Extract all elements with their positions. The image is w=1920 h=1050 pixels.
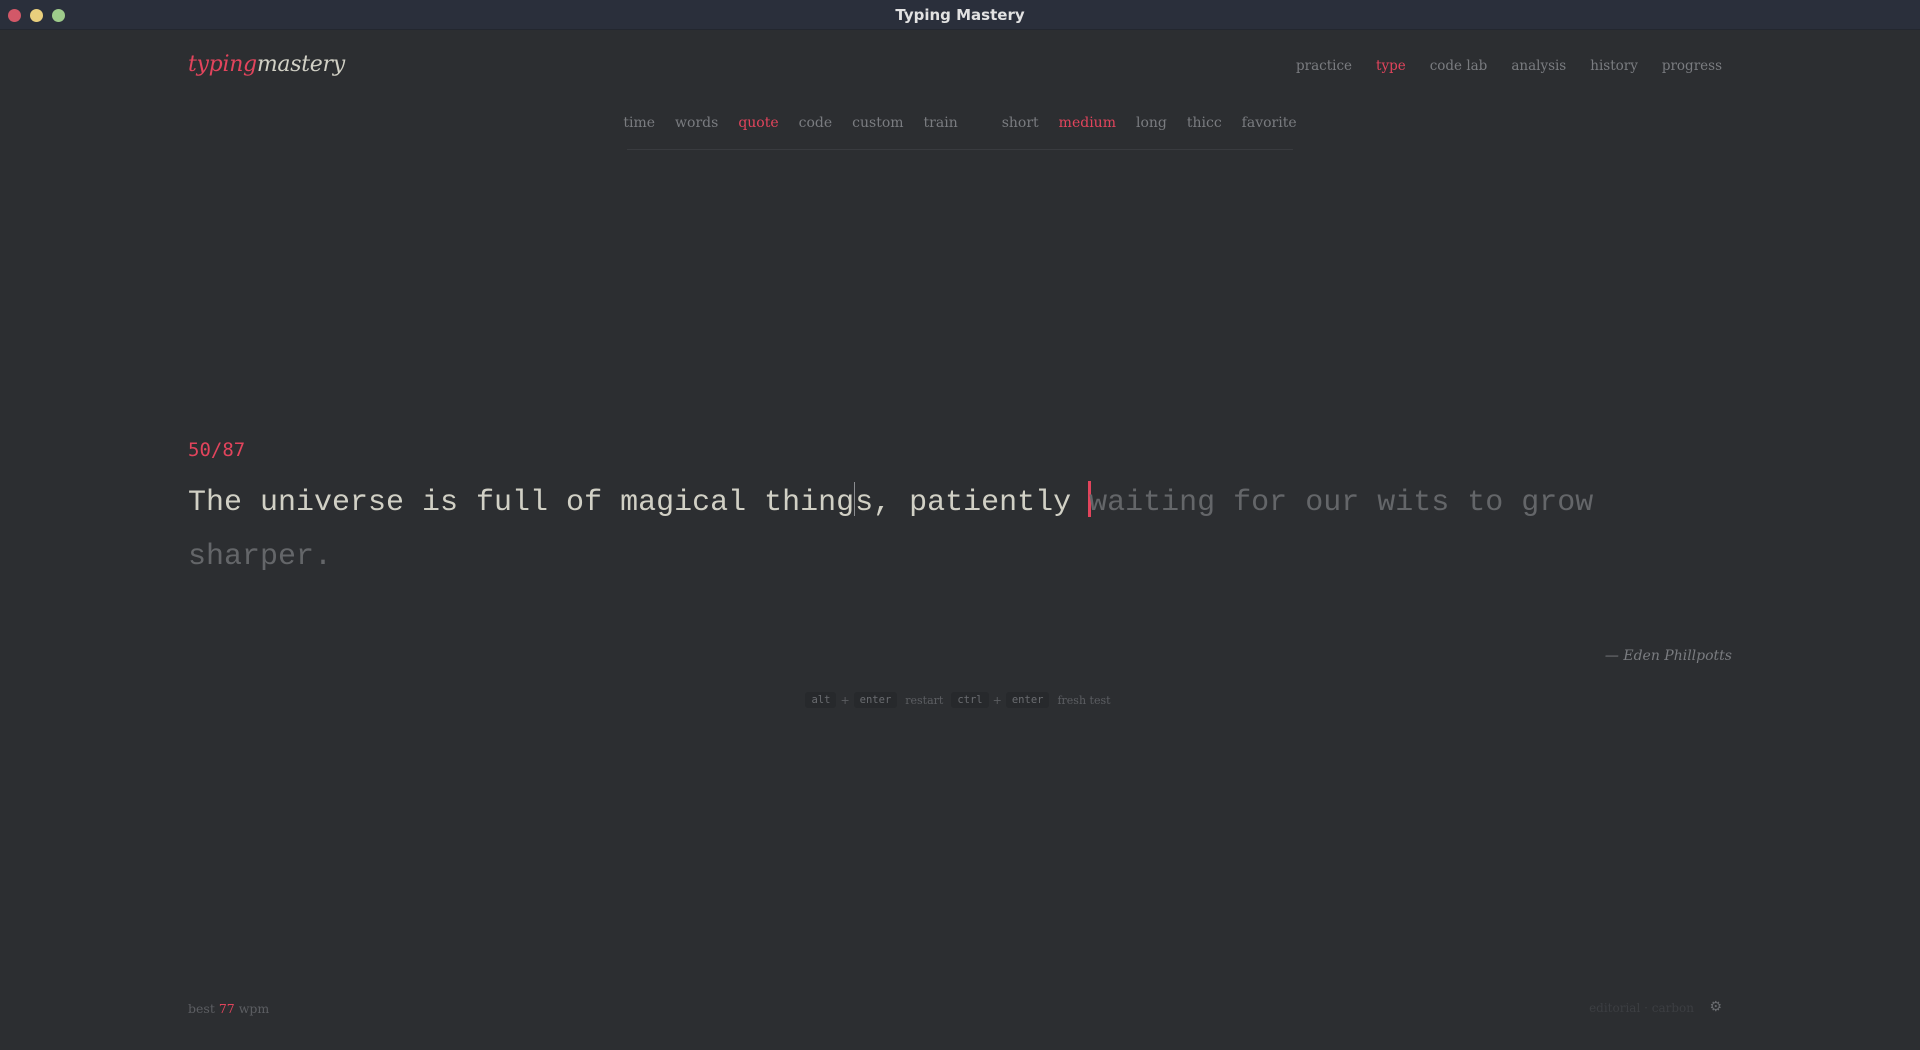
hint-key-alt: alt: [805, 692, 837, 708]
hint-plus: +: [840, 693, 850, 707]
hint-key-enter: enter: [853, 692, 898, 708]
length-favorite[interactable]: favorite: [1242, 115, 1297, 131]
window-titlebar: Typing Mastery: [0, 0, 1920, 30]
mode-time[interactable]: time: [623, 115, 655, 131]
length-thicc[interactable]: thicc: [1187, 115, 1222, 131]
best-wpm: best 77 wpm: [188, 1001, 269, 1016]
logo-part-mastery: mastery: [256, 52, 345, 77]
nav-type[interactable]: type: [1376, 58, 1406, 74]
length-medium[interactable]: medium: [1059, 115, 1116, 131]
word-progress-counter: 50/87: [188, 439, 246, 461]
mode-quote[interactable]: quote: [738, 115, 778, 131]
mode-code[interactable]: code: [799, 115, 833, 131]
nav-history[interactable]: history: [1590, 58, 1638, 74]
hint-fresh-test-label: fresh test: [1057, 693, 1111, 707]
typing-text-area[interactable]: The universe is full of magical things, …: [188, 476, 1748, 584]
hint-restart-label: restart: [905, 693, 944, 707]
length-short[interactable]: short: [1002, 115, 1039, 131]
gear-icon[interactable]: ⚙: [1709, 999, 1722, 1015]
best-wpm-value: 77: [218, 1001, 235, 1016]
app-logo[interactable]: typingmastery: [188, 52, 345, 77]
keyboard-hints: alt + enter restart ctrl + enter fresh t…: [0, 692, 1920, 708]
mode-train[interactable]: train: [924, 115, 958, 131]
hint-key-ctrl: ctrl: [951, 692, 989, 708]
quote-author: — Eden Phillpotts: [1604, 648, 1732, 664]
nav-code-lab[interactable]: code lab: [1430, 58, 1488, 74]
theme-name[interactable]: editorial · carbon: [1589, 1001, 1694, 1015]
hint-key-enter: enter: [1005, 692, 1050, 708]
typed-text-part2: s, patiently: [855, 486, 1090, 520]
hint-plus: +: [992, 693, 1002, 707]
top-navigation: practice type code lab analysis history …: [1296, 58, 1722, 74]
best-label: best: [188, 1001, 215, 1016]
typed-text-part1: The universe is full of magical thing: [188, 486, 855, 520]
logo-part-typing: typing: [188, 52, 257, 77]
mode-words[interactable]: words: [675, 115, 718, 131]
nav-analysis[interactable]: analysis: [1511, 58, 1566, 74]
length-long[interactable]: long: [1136, 115, 1167, 131]
test-config-bar: time words quote code custom train short…: [623, 110, 1297, 150]
nav-progress[interactable]: progress: [1662, 58, 1722, 74]
mode-custom[interactable]: custom: [852, 115, 903, 131]
best-unit: wpm: [238, 1001, 270, 1016]
window-title: Typing Mastery: [895, 6, 1025, 24]
nav-practice[interactable]: practice: [1296, 58, 1352, 74]
